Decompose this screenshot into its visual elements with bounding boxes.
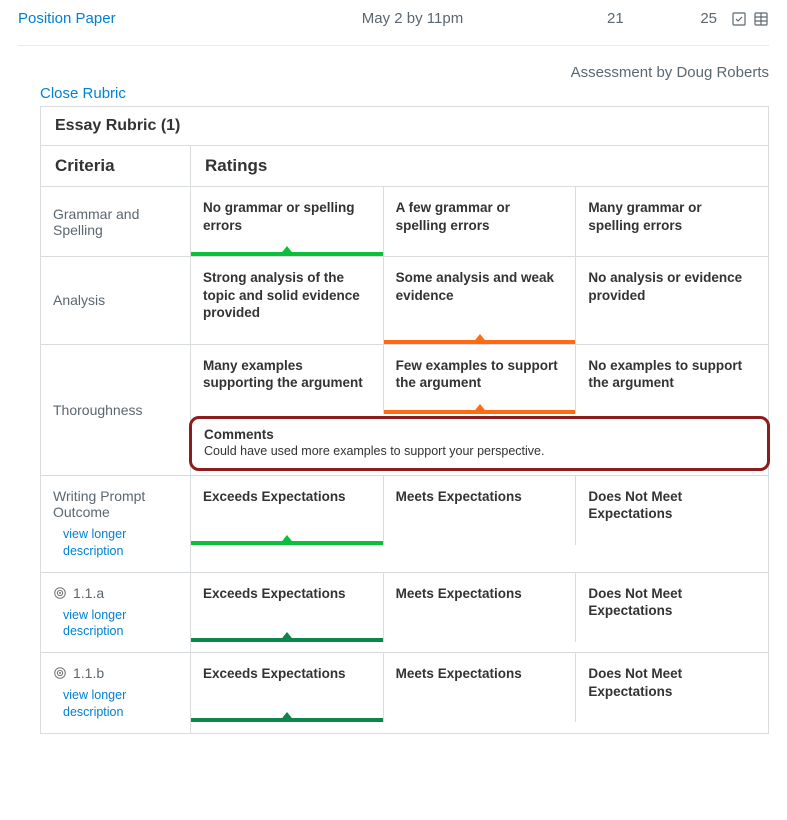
criterion-cell: 1.1.b view longer description	[41, 653, 191, 733]
comments-label: Comments	[204, 427, 755, 442]
rating-label: Does Not Meet Expectations	[588, 585, 756, 620]
criterion-cell: Thoroughness	[41, 345, 191, 475]
selection-indicator	[191, 638, 383, 642]
criterion-label: 1.1.b	[73, 665, 104, 681]
rating-label: Meets Expectations	[396, 665, 522, 683]
comments-highlight: Comments Could have used more examples t…	[189, 416, 770, 471]
criterion-cell: Analysis	[41, 257, 191, 344]
criterion-label: Thoroughness	[53, 402, 178, 418]
rating-label: Few examples to support the argument	[396, 357, 564, 392]
header-icons	[727, 11, 769, 27]
checklist-icon[interactable]	[731, 11, 747, 27]
ratings-cell: Exceeds Expectations Meets Expectations …	[191, 476, 768, 572]
rating-cell[interactable]: Does Not Meet Expectations	[576, 653, 768, 722]
rubric-row: 1.1.b view longer description Exceeds Ex…	[41, 653, 768, 733]
column-ratings: Ratings	[191, 146, 768, 186]
rubric-table: Essay Rubric (1) Criteria Ratings Gramma…	[40, 106, 769, 734]
rating-cell[interactable]: Many examples supporting the argument	[191, 345, 384, 414]
assessor-line: Assessment by Doug Roberts	[18, 46, 769, 85]
header-bar: Position Paper May 2 by 11pm 21 25	[18, 10, 769, 46]
rubric-row: Thoroughness Many examples supporting th…	[41, 345, 768, 476]
criterion-label: Analysis	[53, 292, 178, 308]
criterion-label: Grammar and Spelling	[53, 206, 178, 238]
view-longer-description-link[interactable]: view longer description	[53, 687, 178, 721]
rating-label: Strong analysis of the topic and solid e…	[203, 269, 371, 322]
selection-indicator	[384, 340, 576, 344]
rating-cell[interactable]: Many grammar or spelling errors	[576, 187, 768, 256]
rating-label: Exceeds Expectations	[203, 488, 346, 506]
rubric-icon[interactable]	[753, 11, 769, 27]
rating-label: Some analysis and weak evidence	[396, 269, 564, 304]
page: Position Paper May 2 by 11pm 21 25 Asses…	[0, 0, 787, 820]
rating-cell[interactable]: Few examples to support the argument	[384, 345, 577, 414]
selection-indicator	[191, 252, 383, 256]
rating-cell[interactable]: No grammar or spelling errors	[191, 187, 384, 256]
rubric-row: 1.1.a view longer description Exceeds Ex…	[41, 573, 768, 654]
rubric-row: Analysis Strong analysis of the topic an…	[41, 257, 768, 345]
rating-cell[interactable]: Strong analysis of the topic and solid e…	[191, 257, 384, 344]
rating-cell[interactable]: Exceeds Expectations	[191, 573, 384, 642]
rating-label: Meets Expectations	[396, 488, 522, 506]
ratings-cell: Exceeds Expectations Meets Expectations …	[191, 653, 768, 733]
rating-cell[interactable]: A few grammar or spelling errors	[384, 187, 577, 256]
rating-label: Many examples supporting the argument	[203, 357, 371, 392]
criterion-cell: 1.1.a view longer description	[41, 573, 191, 653]
outcome-target-icon	[53, 586, 67, 600]
rating-label: Does Not Meet Expectations	[588, 488, 756, 523]
rating-label: Does Not Meet Expectations	[588, 665, 756, 700]
selection-indicator	[191, 541, 383, 545]
rating-cell[interactable]: Meets Expectations	[384, 476, 577, 545]
rating-label: No grammar or spelling errors	[203, 199, 371, 234]
rating-label: Meets Expectations	[396, 585, 522, 603]
criterion-cell: Grammar and Spelling	[41, 187, 191, 256]
rating-cell[interactable]: Exceeds Expectations	[191, 476, 384, 545]
view-longer-description-link[interactable]: view longer description	[53, 526, 178, 560]
ratings-cell: Exceeds Expectations Meets Expectations …	[191, 573, 768, 653]
rating-cell[interactable]: Does Not Meet Expectations	[576, 573, 768, 642]
rating-cell[interactable]: Does Not Meet Expectations	[576, 476, 768, 545]
score-group: 21 25	[607, 10, 727, 27]
criterion-cell: Writing Prompt Outcome view longer descr…	[41, 476, 191, 572]
comments-text: Could have used more examples to support…	[204, 442, 755, 458]
rating-label: A few grammar or spelling errors	[396, 199, 564, 234]
selection-indicator	[191, 718, 383, 722]
rubric-row: Writing Prompt Outcome view longer descr…	[41, 476, 768, 573]
rubric-title: Essay Rubric (1)	[41, 107, 768, 146]
column-criteria: Criteria	[41, 146, 191, 186]
score-earned: 21	[607, 10, 624, 27]
rating-label: Exceeds Expectations	[203, 585, 346, 603]
rubric-header-row: Criteria Ratings	[41, 146, 768, 187]
criterion-label: Writing Prompt Outcome	[53, 488, 178, 520]
ratings-cell: Many examples supporting the argument Fe…	[191, 345, 768, 475]
rating-label: Many grammar or spelling errors	[588, 199, 756, 234]
rating-label: Exceeds Expectations	[203, 665, 346, 683]
rating-cell[interactable]: Exceeds Expectations	[191, 653, 384, 722]
ratings-cell: No grammar or spelling errors A few gram…	[191, 187, 768, 256]
assignment-title-link[interactable]: Position Paper	[18, 10, 218, 27]
rating-cell[interactable]: Meets Expectations	[384, 573, 577, 642]
due-date: May 2 by 11pm	[218, 10, 607, 27]
rating-cell[interactable]: No analysis or evidence provided	[576, 257, 768, 344]
score-total: 25	[700, 10, 717, 27]
close-rubric-link[interactable]: Close Rubric	[18, 85, 769, 106]
rating-label: No examples to support the argument	[588, 357, 756, 392]
selection-indicator	[384, 410, 576, 414]
criterion-label: 1.1.a	[73, 585, 104, 601]
rubric-row: Grammar and Spelling No grammar or spell…	[41, 187, 768, 257]
view-longer-description-link[interactable]: view longer description	[53, 607, 178, 641]
outcome-target-icon	[53, 666, 67, 680]
ratings-cell: Strong analysis of the topic and solid e…	[191, 257, 768, 344]
rating-cell[interactable]: Meets Expectations	[384, 653, 577, 722]
rating-cell[interactable]: No examples to support the argument	[576, 345, 768, 414]
rating-label: No analysis or evidence provided	[588, 269, 756, 304]
rating-cell[interactable]: Some analysis and weak evidence	[384, 257, 577, 344]
